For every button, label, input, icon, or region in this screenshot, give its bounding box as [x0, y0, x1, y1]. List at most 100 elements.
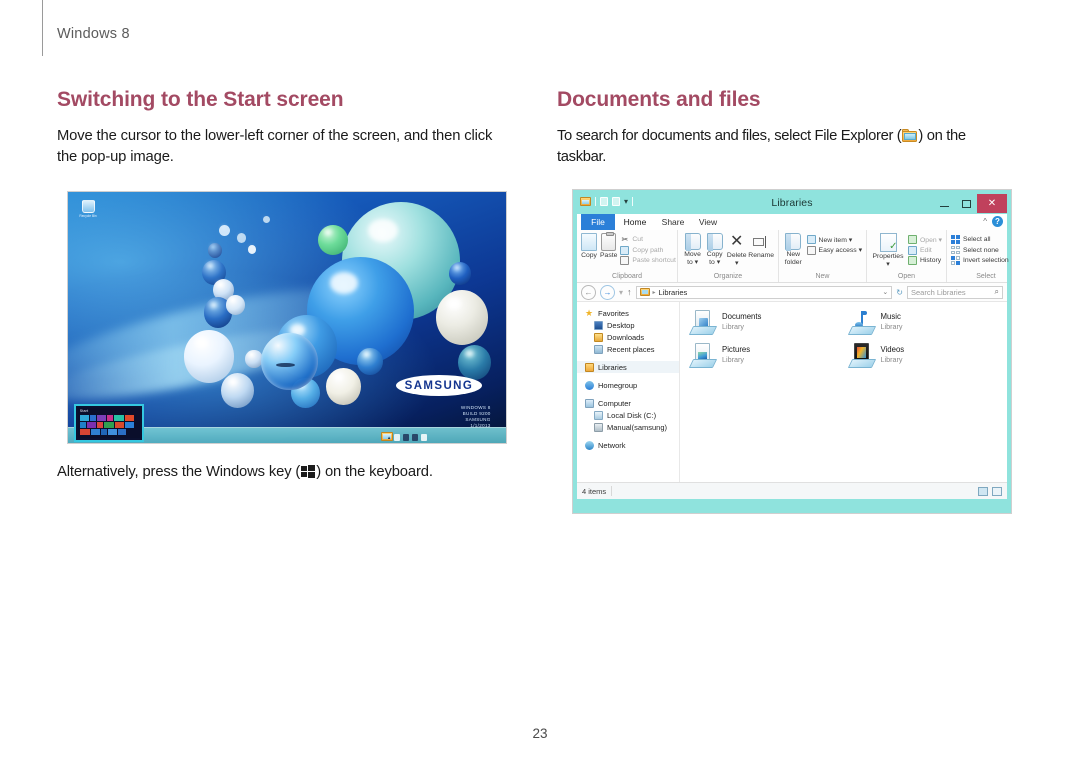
rename-button[interactable]: Rename	[748, 233, 774, 260]
help-icon[interactable]: ?	[992, 216, 1003, 227]
tray-caret-icon[interactable]: ▲	[387, 435, 391, 440]
paste-button[interactable]: Paste	[600, 232, 617, 260]
collapse-ribbon-icon[interactable]: ^	[983, 217, 987, 227]
delete-icon: ✕	[730, 233, 744, 250]
library-item-pictures[interactable]: Pictures Library	[688, 343, 849, 376]
history-button[interactable]: History	[908, 256, 942, 265]
start-popup-label: Start	[79, 409, 89, 413]
wallpaper-bubble-ring	[260, 332, 318, 391]
desktop-icon	[594, 320, 603, 330]
copy-to-icon	[706, 233, 723, 251]
paste-shortcut-button[interactable]: Paste shortcut	[620, 256, 676, 265]
ribbon-group-organize: Move to ▾ Copy to ▾ ✕ Delete ▾ Rename Or…	[678, 230, 779, 282]
tab-view[interactable]: View	[692, 214, 724, 230]
start-screen-popup-thumbnail[interactable]: Start	[73, 404, 144, 442]
tray-icon[interactable]	[394, 434, 401, 441]
minimize-button[interactable]	[933, 194, 955, 213]
up-button[interactable]: ↑	[627, 287, 632, 297]
libraries-grid: Documents Library Music Library Pictures…	[688, 310, 1008, 376]
pictures-library-icon	[688, 343, 718, 369]
library-item-videos[interactable]: Videos Library	[847, 343, 1008, 376]
tab-home[interactable]: Home	[616, 214, 654, 230]
maximize-button[interactable]	[955, 194, 977, 213]
refresh-icon[interactable]: ↻	[896, 288, 903, 297]
copy-path-icon	[620, 245, 630, 255]
start-tile	[79, 415, 89, 421]
select-none-button[interactable]: Select none	[950, 245, 1009, 255]
start-tile	[107, 429, 117, 435]
library-name: Pictures	[722, 345, 751, 354]
edit-button[interactable]: Edit	[908, 245, 942, 255]
nav-item-computer[interactable]: Computer	[577, 397, 679, 409]
tray-icon[interactable]	[403, 434, 410, 441]
open-icon	[908, 235, 917, 244]
status-bar: 4 items	[577, 482, 1007, 499]
page-number: 23	[532, 726, 548, 741]
forward-button[interactable]: →	[600, 284, 615, 300]
left-section-heading: Switching to the Start screen	[57, 88, 344, 111]
address-field[interactable]: ▸ Libraries ⌄	[635, 285, 893, 299]
start-popup-inner: Start	[77, 408, 140, 438]
homegroup-icon	[585, 380, 594, 390]
move-to-button[interactable]: Move to ▾	[682, 233, 703, 266]
scissors-icon: ✂	[621, 235, 629, 244]
explorer-title-bar[interactable]: ▾ Libraries ✕	[577, 194, 1007, 214]
ribbon-right-controls: ^ ?	[983, 216, 1003, 227]
library-item-documents[interactable]: Documents Library	[688, 310, 849, 343]
delete-button[interactable]: ✕ Delete ▾	[726, 233, 747, 267]
item-count-label: 4 items	[582, 486, 607, 496]
address-history-chevron-icon[interactable]: ⌄	[882, 288, 888, 296]
tab-file[interactable]: File	[581, 214, 615, 230]
nav-item-recent-places[interactable]: Recent places	[577, 343, 679, 355]
select-all-button[interactable]: Select all	[950, 235, 1009, 244]
breadcrumb-path[interactable]: Libraries	[659, 288, 688, 297]
new-folder-button[interactable]: New folder	[783, 233, 804, 266]
nav-item-network[interactable]: Network	[577, 439, 679, 451]
left-section-body: Move the cursor to the lower-left corner…	[57, 128, 493, 165]
easy-access-label: Easy access ▾	[818, 247, 862, 254]
group-label-new: New	[815, 273, 830, 280]
start-tile	[96, 415, 106, 421]
desktop-watermark: WINDOWS 8 BUILD 9200 SAMSUNG 1/1/2013	[460, 405, 491, 429]
tab-share[interactable]: Share	[655, 214, 691, 230]
easy-access-icon	[806, 245, 816, 255]
nav-item-desktop[interactable]: Desktop	[577, 319, 679, 331]
nav-item-libraries[interactable]: Libraries	[577, 361, 679, 373]
library-name: Music	[880, 312, 901, 321]
cut-button[interactable]: ✂ Cut	[620, 235, 675, 244]
clipboard-small-buttons: ✂ Cut Copy path Paste shortcut	[620, 233, 676, 265]
tray-icon[interactable]	[421, 434, 428, 441]
paste-icon	[601, 232, 617, 251]
new-item-button[interactable]: New item ▾	[806, 235, 862, 244]
details-view-icon[interactable]	[978, 486, 988, 496]
copy-button[interactable]: Copy	[581, 233, 597, 260]
easy-access-button[interactable]: Easy access ▾	[806, 245, 862, 255]
nav-item-favorites[interactable]: ★ Favorites	[577, 307, 679, 319]
nav-item-homegroup[interactable]: Homegroup	[577, 379, 679, 391]
open-button[interactable]: Open ▾	[908, 235, 942, 244]
samsung-logo-text: SAMSUNG	[404, 379, 474, 392]
recycle-bin-icon[interactable]: Recycle Bin	[78, 199, 98, 218]
invert-selection-button[interactable]: Invert selection	[950, 256, 1009, 265]
large-icons-view-icon[interactable]	[992, 486, 1002, 496]
library-item-music[interactable]: Music Library	[847, 310, 1008, 343]
copy-path-button[interactable]: Copy path	[620, 245, 675, 255]
copy-to-button[interactable]: Copy to ▾	[704, 233, 725, 266]
tray-icon[interactable]	[412, 434, 419, 441]
copy-to-label: Copy to ▾	[706, 251, 723, 266]
history-label: History	[920, 257, 942, 264]
back-button[interactable]: ←	[581, 284, 596, 300]
close-button[interactable]: ✕	[977, 194, 1007, 213]
view-switcher	[978, 486, 1002, 496]
properties-button[interactable]: Properties ▾	[871, 233, 905, 268]
nav-item-downloads[interactable]: Downloads	[577, 331, 679, 343]
recent-locations-icon[interactable]: ▾	[619, 288, 623, 297]
nav-item-local-disk[interactable]: Local Disk (C:)	[577, 409, 679, 421]
search-input[interactable]: Search Libraries ⌕	[907, 285, 1003, 299]
copy-label: Copy	[581, 252, 597, 259]
address-bar: ← → ▾ ↑ ▸ Libraries ⌄ ↻ Search Libraries…	[577, 283, 1007, 302]
paste-shortcut-label: Paste shortcut	[632, 257, 676, 264]
nav-item-manual-samsung[interactable]: Manual(samsung)	[577, 421, 679, 433]
disk-icon	[594, 410, 603, 420]
recent-places-icon	[594, 344, 603, 354]
